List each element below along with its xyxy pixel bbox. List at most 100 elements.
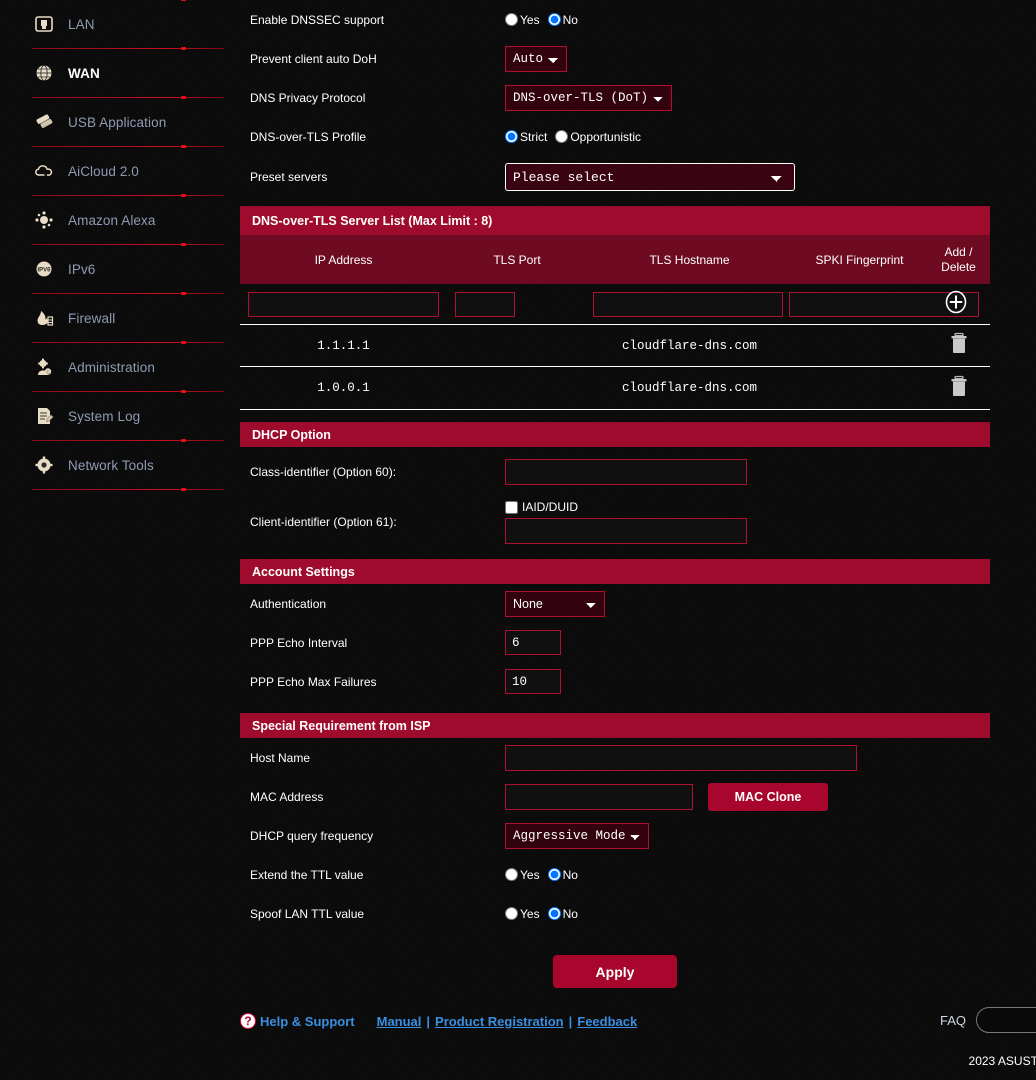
row-prevent-client-auto-doh: Prevent client auto DoH Auto [240,39,990,78]
extend-ttl-radio-group[interactable]: Yes No [505,868,578,882]
iaid-duid-label: IAID/DUID [522,500,579,514]
label-class-identifier: Class-identifier (Option 60): [250,465,397,479]
extend-ttl-yes-radio[interactable] [505,868,518,881]
add-row-icon[interactable] [943,289,969,315]
ppp-echo-interval-input[interactable] [505,630,561,655]
sidebar-divider [32,96,224,99]
row-ppp-echo-interval: PPP Echo Interval [240,623,990,662]
dot-profile-radio-group[interactable]: Strict Opportunistic [505,130,641,144]
feedback-link[interactable]: Feedback [577,1014,637,1029]
host-name-input[interactable] [505,744,857,771]
delete-row-icon[interactable] [948,331,970,355]
dot-profile-opportunistic-option[interactable]: Opportunistic [555,130,641,144]
column-header-spki-fingerprint: SPKI Fingerprint [815,252,904,267]
sidebar-item-network-tools[interactable]: Network Tools [0,441,232,489]
row-dns-privacy-protocol: DNS Privacy Protocol DNS-over-TLS (DoT) [240,78,990,117]
faq-search-input[interactable] [976,1007,1036,1033]
sidebar-item-label: WAN [68,65,100,81]
product-registration-link[interactable]: Product Registration [435,1014,564,1029]
column-header-add-delete: Add / Delete [927,245,990,275]
preset-servers-select[interactable]: Please select [505,163,795,191]
extend-ttl-no-label: No [562,867,578,882]
footer-separator: | [426,1013,431,1029]
new-tls-hostname-input[interactable] [593,291,783,317]
cell-tls-hostname: cloudflare-dns.com [621,338,758,353]
apply-button[interactable]: Apply [553,955,677,988]
sidebar-item-firewall[interactable]: Firewall [0,294,232,342]
row-mac-address: MAC Address MAC Clone [240,777,990,816]
sidebar-item-usb-application[interactable]: USB Application [0,98,232,146]
sidebar-divider [32,194,224,197]
row-spoof-lan-ttl: Spoof LAN TTL value Yes No [240,894,990,933]
sidebar-item-label: Administration [68,359,155,375]
extend-ttl-no-option[interactable]: No [547,867,578,882]
mac-clone-button[interactable]: MAC Clone [708,782,828,811]
iaid-duid-checkbox[interactable] [505,500,518,514]
sidebar-item-aicloud[interactable]: AiCloud 2.0 [0,147,232,195]
account-settings-header: Account Settings [240,559,990,584]
lan-icon [32,12,56,36]
dot-server-new-entry-row [240,284,990,324]
extend-ttl-yes-option[interactable]: Yes [505,868,540,882]
cell-delete [927,374,990,403]
sidebar-item-amazon-alexa[interactable]: Amazon Alexa [0,196,232,244]
spoof-lan-ttl-no-option[interactable]: No [547,906,578,921]
client-identifier-input[interactable] [505,518,747,544]
cell-delete [927,331,990,360]
help-support-label[interactable]: Help & Support [260,1014,355,1029]
sidebar-item-ipv6[interactable]: IPV6 IPv6 [0,245,232,293]
column-header-tls-hostname: TLS Hostname [649,252,730,267]
mac-address-input[interactable] [505,783,693,810]
dot-profile-opportunistic-label: Opportunistic [570,129,642,144]
new-tls-port-input[interactable] [455,291,515,317]
prevent-doh-select[interactable]: Auto [505,45,567,72]
spoof-lan-ttl-yes-option[interactable]: Yes [505,907,540,921]
ppp-echo-max-failures-input[interactable] [505,669,561,694]
sidebar-divider [32,292,224,295]
spoof-lan-ttl-radio-group[interactable]: Yes No [505,907,578,921]
dnssec-no-radio[interactable] [547,13,561,26]
tools-gear-icon [32,453,56,477]
sidebar-item-administration[interactable]: C Administration [0,343,232,391]
special-isp-section: Host Name MAC Address MAC Clone DHCP que… [240,738,990,933]
dnssec-yes-label: Yes [520,12,540,27]
label-mac-address: MAC Address [250,789,324,804]
spoof-lan-ttl-no-radio[interactable] [547,907,561,920]
manual-link[interactable]: Manual [377,1014,422,1029]
spoof-lan-ttl-no-label: No [562,906,578,921]
footer-links-row: ? Help & Support Manual | Product Regist… [240,1002,1036,1040]
table-row: 1.1.1.1 cloudflare-dns.com [240,324,990,367]
dhcp-query-frequency-select[interactable]: Aggressive Mode [505,822,649,849]
add-delete-line-2: Delete [941,259,976,274]
sidebar-item-system-log[interactable]: System Log [0,392,232,440]
cell-ip-address: 1.0.0.1 [317,381,370,395]
document-icon [32,404,56,428]
dot-profile-strict-option[interactable]: Strict [505,130,547,144]
dot-server-list-section: DNS-over-TLS Server List (Max Limit : 8)… [240,206,990,410]
cell-add-button [943,289,1006,319]
extend-ttl-no-radio[interactable] [547,868,561,881]
sidebar-navigation: LAN WAN USB Application AiCloud 2.0 Amaz… [0,0,232,1080]
new-ip-address-input[interactable] [248,291,439,317]
cell-new-hostname [587,291,783,317]
label-preset-servers: Preset servers [250,170,328,184]
row-class-identifier: Class-identifier (Option 60): [240,447,990,497]
sidebar-item-lan[interactable]: LAN [0,0,232,48]
authentication-select[interactable]: None [505,590,605,617]
label-ppp-echo-max-failures: PPP Echo Max Failures [250,674,377,689]
dns-privacy-protocol-select[interactable]: DNS-over-TLS (DoT) [505,84,672,111]
sidebar-item-label: Amazon Alexa [68,212,156,228]
dot-profile-strict-radio[interactable] [505,130,518,143]
dot-profile-opportunistic-radio[interactable] [555,130,569,143]
spoof-lan-ttl-yes-radio[interactable] [505,907,518,920]
sidebar-divider [32,341,224,344]
iaid-duid-checkbox-row[interactable]: IAID/DUID [505,500,578,514]
delete-row-icon[interactable] [948,374,970,398]
dnssec-no-option[interactable]: No [547,13,578,27]
dnssec-yes-radio[interactable] [505,13,518,26]
row-enable-dnssec: Enable DNSSEC support Yes No [240,0,990,39]
class-identifier-input[interactable] [505,459,747,485]
dnssec-radio-group[interactable]: Yes No [505,13,578,27]
dnssec-yes-option[interactable]: Yes [505,13,540,27]
sidebar-item-wan[interactable]: WAN [0,49,232,97]
